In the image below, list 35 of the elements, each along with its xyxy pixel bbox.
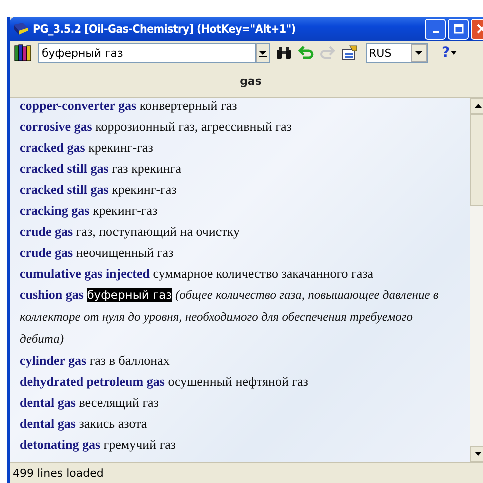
dictionary-entry[interactable]: dehydrated petroleum gas осушенный нефтяной газ (20, 371, 442, 392)
dictionary-entry[interactable]: dental gas закись азота (20, 413, 442, 434)
language-select[interactable]: RUS (366, 43, 428, 63)
scroll-up-icon[interactable] (474, 104, 482, 108)
help-button[interactable]: ? (442, 45, 450, 61)
minimize-button[interactable] (425, 18, 446, 40)
dictionary-entry[interactable]: dental gas веселящий газ (20, 392, 442, 413)
book-icon (13, 22, 29, 36)
binoculars-icon[interactable] (276, 46, 292, 60)
dictionary-entry[interactable]: cushion gas буферный газ (общее количество газа, повышающее давление в коллекторе от нуля до уровня, необходимого для обеспечения требуемого дебита) (20, 284, 442, 350)
maximize-icon (454, 24, 464, 34)
dictionary-entry[interactable]: crude gas неочищенный газ (20, 242, 442, 263)
search-field[interactable]: буферный газ (38, 43, 256, 63)
scroll-down-icon[interactable] (474, 452, 482, 456)
dictionary-entry[interactable]: cylinder gas газ в баллонах (20, 350, 442, 371)
dictionary-entry[interactable]: cracked still gas крекинг-газ (20, 179, 442, 200)
dictionary-entry[interactable]: detonating gas гремучий газ (20, 434, 442, 455)
window-title: PG_3.5.2 [Oil-Gas-Chemistry] (HotKey="Alt+1") (33, 22, 297, 36)
caret-icon (259, 48, 267, 58)
status-bar: 499 lines loaded (10, 462, 483, 483)
dictionary-entry[interactable]: cracking gas крекинг-газ (20, 200, 442, 221)
dropdown-button[interactable] (411, 44, 427, 62)
scrollbar[interactable] (470, 98, 483, 462)
caret-icon (415, 50, 423, 56)
dictionary-entry[interactable]: cracked still gas газ крекинга (20, 158, 442, 179)
books-icon[interactable] (14, 44, 32, 62)
maximize-button[interactable] (448, 18, 469, 40)
dictionary-entry[interactable]: cumulative gas injected суммарное количество закачанного газа (20, 263, 442, 284)
dropdown-button[interactable] (256, 43, 270, 63)
caret-icon[interactable] (451, 51, 458, 55)
properties-icon[interactable] (342, 45, 358, 61)
dictionary-entry[interactable]: crude gas газ, поступающий на очистку (20, 221, 442, 242)
dictionary-entry[interactable]: copper-converter gas конвертерный газ (20, 98, 442, 116)
dictionary-entry[interactable]: corrosive gas коррозионный газ, агрессивный газ (20, 116, 442, 137)
dictionary-entry[interactable]: cracked gas крекинг-газ (20, 137, 442, 158)
